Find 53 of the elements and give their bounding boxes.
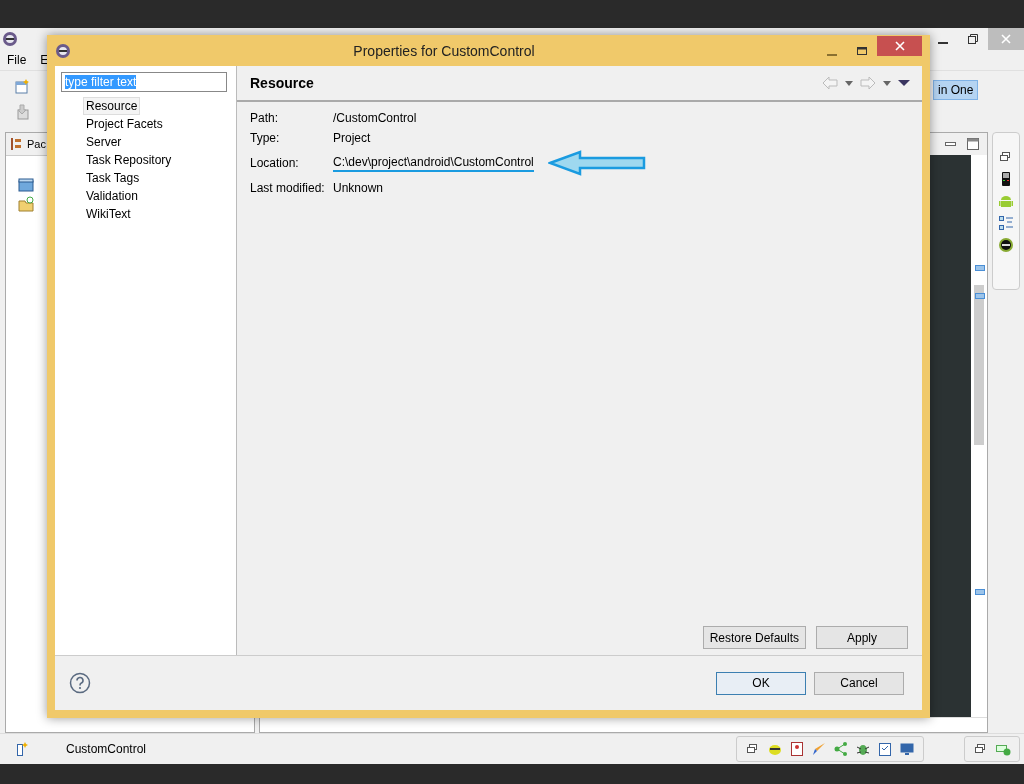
view-tab[interactable]: Pac — [27, 138, 46, 150]
tree-item[interactable]: Validation — [83, 187, 141, 205]
import-icon — [14, 104, 30, 120]
property-label: Location: — [250, 155, 299, 171]
dialog-button[interactable]: OK — [716, 671, 806, 695]
tree-item[interactable]: Task Tags — [83, 169, 143, 187]
status-text: CustomControl — [66, 742, 147, 756]
page-title: Resource — [250, 75, 315, 91]
page-button[interactable]: Apply — [816, 626, 908, 649]
back-icon — [822, 75, 838, 91]
tree-item[interactable]: WikiText — [83, 205, 134, 223]
rocket-icon — [811, 741, 827, 757]
dialog-button[interactable]: Cancel — [814, 671, 904, 695]
menu-item[interactable]: E — [40, 53, 49, 67]
menu-icon — [898, 80, 910, 86]
tree-item[interactable]: Resource — [83, 97, 141, 115]
tree-item[interactable]: Project Facets — [83, 115, 166, 133]
package-icon — [8, 136, 24, 152]
menu-item[interactable]: File — [7, 53, 27, 67]
minimize-icon — [938, 42, 948, 44]
minimize-icon — [827, 53, 837, 56]
project-folder-icon — [18, 196, 34, 212]
page-button[interactable]: Restore Defaults — [702, 626, 806, 649]
dropdown-icon — [882, 80, 892, 86]
android-icon — [998, 193, 1014, 209]
perspective-button[interactable]: in One — [933, 80, 979, 100]
property-value: Project — [333, 130, 371, 146]
property-label: Path: — [250, 110, 279, 126]
tree-item[interactable]: Task Repository — [83, 151, 175, 169]
outline-icon — [998, 215, 1014, 231]
dialog-title: Properties for CustomControl — [352, 42, 536, 59]
property-value: /CustomControl — [333, 110, 417, 126]
image-icon — [789, 741, 805, 757]
maximize-view-icon — [965, 136, 981, 152]
app-icon — [55, 42, 71, 59]
maximize-icon — [856, 44, 868, 57]
tree-item[interactable]: Server — [83, 133, 125, 151]
property-label: Type: — [250, 130, 280, 146]
task-list-icon — [877, 741, 893, 757]
forward-icon — [860, 75, 876, 91]
folder-icon — [18, 176, 34, 192]
new-file-icon — [14, 78, 30, 94]
new-item-icon — [14, 741, 30, 757]
property-value: Unknown — [333, 180, 384, 196]
close-icon — [1000, 33, 1012, 45]
dropdown-icon — [844, 80, 854, 86]
help-icon[interactable] — [69, 672, 91, 694]
restore-icon — [967, 33, 979, 45]
property-value: C:\dev\project\android\CustomControl — [333, 154, 534, 172]
property-label: Last modified: — [250, 180, 325, 196]
hierarchy-icon — [833, 741, 849, 757]
console-icon — [899, 741, 915, 757]
close-icon — [893, 39, 906, 52]
